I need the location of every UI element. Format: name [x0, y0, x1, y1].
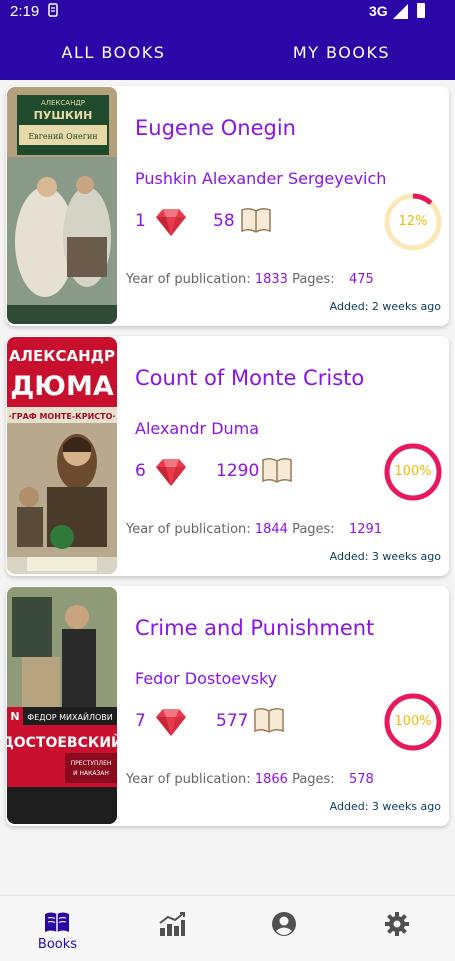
settings-icon [385, 912, 409, 936]
book-author: Fedor Dostoevsky [135, 669, 278, 688]
progress-text: 100% [394, 464, 432, 479]
reading-progress: 100% [384, 443, 442, 501]
book-card[interactable]: N ФЕДОР МИХАЙЛОВИ ДОСТОЕВСКИЙ ПРЕСТУПЛЕН… [6, 586, 449, 826]
year-label: Year of publication: [126, 772, 251, 787]
svg-text:ФЕДОР МИХАЙЛОВИ: ФЕДОР МИХАЙЛОВИ [27, 711, 112, 722]
svg-text:АЛЕКСАНДР: АЛЕКСАНДР [9, 347, 115, 365]
added-date: Added: 3 weeks ago [329, 800, 441, 813]
svg-text:ПРЕСТУПЛЕН: ПРЕСТУПЛЕН [71, 760, 112, 767]
gem-icon [154, 206, 188, 242]
open-book-icon [253, 706, 285, 738]
battery-icon [417, 3, 425, 18]
svg-text:И НАКАЗАН: И НАКАЗАН [73, 770, 109, 777]
status-bar: 2:19 3G [0, 0, 455, 24]
network-type: 3G [369, 3, 388, 19]
nav-settings[interactable] [341, 896, 454, 961]
chart-icon [159, 912, 185, 936]
svg-text:Евгений Онегин: Евгений Онегин [28, 132, 97, 141]
publication-info: Year of publication: 1866 Pages: [126, 772, 335, 787]
gem-icon [154, 706, 188, 742]
top-tabs: ALL BOOKS MY BOOKS [0, 24, 455, 80]
book-cover: АЛЕКСАНДР ПУШКИН Евгений Онегин [7, 87, 117, 324]
svg-text:N: N [10, 710, 19, 723]
svg-text:ДЮМА: ДЮМА [10, 371, 114, 402]
progress-text: 12% [398, 214, 428, 229]
book-title[interactable]: Eugene Onegin [135, 116, 296, 140]
signal-icon [393, 4, 409, 23]
tab-all-books[interactable]: ALL BOOKS [0, 24, 227, 80]
nav-books-label: Books [37, 937, 78, 952]
book-author: Alexandr Duma [135, 419, 260, 438]
progress-text: 100% [394, 714, 432, 729]
added-date: Added: 3 weeks ago [329, 550, 441, 563]
book-card[interactable]: АЛЕКСАНДР ПУШКИН Евгений Онегин Eugene O… [6, 86, 449, 326]
rating-count: 6 [135, 461, 146, 481]
publication-info: Year of publication: 1844 Pages: [126, 522, 335, 537]
svg-text:·ГРАФ МОНТЕ-КРИСТО·: ·ГРАФ МОНТЕ-КРИСТО· [9, 412, 116, 421]
year-value: 1866 [254, 772, 288, 787]
rating-count: 1 [135, 211, 146, 231]
open-book-icon [240, 206, 272, 238]
reading-progress: 12% [384, 193, 442, 251]
year-label: Year of publication: [126, 272, 251, 287]
year-label: Year of publication: [126, 522, 251, 537]
nav-books[interactable]: Books [1, 896, 114, 961]
book-title[interactable]: Crime and Punishment [135, 616, 374, 640]
nav-profile[interactable] [228, 896, 341, 961]
nav-statistics[interactable] [115, 896, 228, 961]
status-time: 2:19 [10, 3, 40, 20]
tab-my-books[interactable]: MY BOOKS [228, 24, 455, 80]
pages-value: 475 [349, 272, 374, 287]
added-date: Added: 2 weeks ago [329, 300, 441, 313]
gem-icon [154, 456, 188, 492]
book-card[interactable]: АЛЕКСАНДР ДЮМА ·ГРАФ МОНТЕ-КРИСТО· Count… [6, 336, 449, 576]
svg-text:АЛЕКСАНДР: АЛЕКСАНДР [41, 99, 85, 107]
views-count: 577 [216, 711, 249, 731]
book-author: Pushkin Alexander Sergeyevich [135, 169, 387, 188]
account-icon [272, 912, 296, 936]
pages-value: 578 [349, 772, 374, 787]
year-value: 1833 [254, 272, 288, 287]
book-cover: АЛЕКСАНДР ДЮМА ·ГРАФ МОНТЕ-КРИСТО· [7, 337, 117, 574]
svg-text:ПУШКИН: ПУШКИН [34, 109, 93, 122]
sim-icon [48, 3, 58, 20]
book-cover: N ФЕДОР МИХАЙЛОВИ ДОСТОЕВСКИЙ ПРЕСТУПЛЕН… [7, 587, 117, 824]
book-title[interactable]: Count of Monte Cristo [135, 366, 364, 390]
bottom-navigation: Books [0, 895, 455, 961]
views-count: 58 [213, 211, 235, 231]
svg-text:ДОСТОЕВСКИЙ: ДОСТОЕВСКИЙ [7, 734, 117, 751]
views-count: 1290 [216, 461, 260, 481]
year-value: 1844 [254, 522, 288, 537]
rating-count: 7 [135, 711, 146, 731]
pages-label: Pages: [292, 522, 335, 537]
book-icon [45, 912, 69, 932]
pages-label: Pages: [292, 772, 335, 787]
publication-info: Year of publication: 1833 Pages: [126, 272, 335, 287]
open-book-icon [261, 456, 293, 488]
reading-progress: 100% [384, 693, 442, 751]
pages-label: Pages: [292, 272, 335, 287]
pages-value: 1291 [349, 522, 383, 537]
